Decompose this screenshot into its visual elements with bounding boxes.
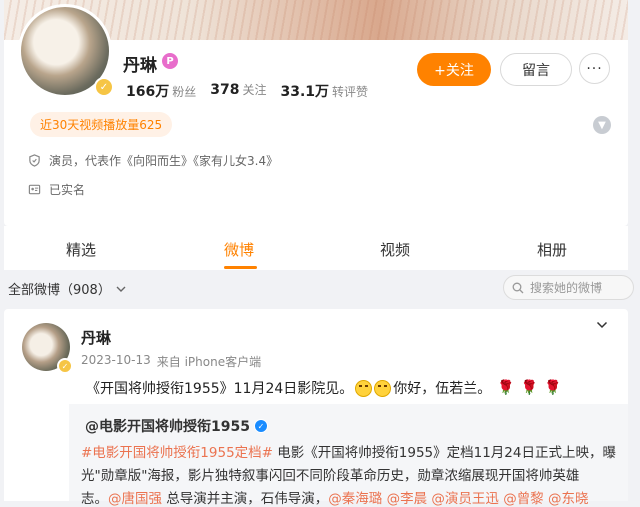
post-filter-dropdown[interactable]: 全部微博（908）: [8, 279, 127, 298]
verified-badge-icon: ✓: [57, 358, 73, 374]
tab-weibo[interactable]: 微博: [224, 239, 254, 260]
post-meta: 2023-10-13 来自 iPhone客户端: [81, 353, 261, 370]
chevron-down-icon: [116, 286, 126, 292]
vip-icon[interactable]: P: [162, 53, 178, 69]
chevron-down-icon[interactable]: ▼: [593, 116, 611, 134]
laugh-emoji-icon: [374, 379, 392, 397]
search-icon: [512, 282, 524, 293]
profile-tabs: 精选 微博 视频 相册: [4, 226, 628, 270]
post-search-input[interactable]: 搜索她的微博: [503, 275, 634, 300]
post-text-part1: 《开国将帅授衔1955》11月24日影院见。: [86, 381, 354, 397]
mention-link[interactable]: @唐国强: [108, 491, 162, 507]
verified-badge-icon: ✓: [253, 419, 268, 433]
message-button[interactable]: 留言: [500, 53, 572, 86]
mention-link[interactable]: @演员王迅: [431, 491, 499, 507]
repost-account-name: @电影开国将帅授衔1955: [85, 419, 250, 435]
post-text-part2: 你好，伍若兰。: [393, 381, 492, 397]
more-options-button[interactable]: ···: [579, 53, 610, 84]
post-menu-chevron-icon[interactable]: [596, 318, 608, 332]
mention-link[interactable]: @曾黎: [503, 491, 544, 507]
repost-text-line3: 志。@唐国强 总导演并主演，石伟导演，@秦海璐 @李晨 @演员王迅 @曾黎 @东…: [81, 487, 588, 507]
repost-text-segment: 电影《开国将帅授衔1955》定档11月24日正式上映，曝: [272, 445, 616, 461]
verification-text: 已实名: [49, 183, 86, 197]
repost-text-line1: #电影开国将帅授衔1955定档# 电影《开国将帅授衔1955》定档11月24日正…: [81, 441, 616, 461]
follow-button[interactable]: +关注: [417, 53, 491, 86]
rose-emoji-icon: 🌹: [544, 380, 562, 396]
stat-followers[interactable]: 166万 粉丝: [126, 81, 196, 101]
post-author-name[interactable]: 丹琳: [81, 327, 111, 348]
occupation-row: 演员，代表作《向阳而生》《家有儿女3.4》: [28, 152, 278, 169]
tab-featured[interactable]: 精选: [66, 239, 96, 260]
stat-interactions: 33.1万 转评赞: [280, 84, 369, 100]
mention-link[interactable]: @东晓: [548, 491, 589, 507]
id-card-icon: [28, 184, 41, 195]
repost-text-segment: 志。: [81, 491, 108, 507]
repost-text-segment: 总导演并主演，石伟导演，: [162, 491, 329, 507]
verified-badge-icon: ✓: [94, 77, 114, 97]
post-date[interactable]: 2023-10-13: [81, 353, 151, 370]
active-tab-indicator: [224, 266, 257, 269]
occupation-text: 演员，代表作《向阳而生》《家有儿女3.4》: [49, 154, 279, 168]
stat-following[interactable]: 378 关注: [210, 81, 266, 101]
hashtag-link[interactable]: #电影开国将帅授衔1955定档#: [81, 445, 273, 461]
verification-row: 已实名: [28, 181, 85, 198]
tab-video[interactable]: 视频: [380, 239, 410, 260]
repost-account[interactable]: @电影开国将帅授衔1955 ✓: [85, 416, 268, 436]
shield-icon: [29, 154, 40, 167]
mention-link[interactable]: @秦海璐: [328, 491, 382, 507]
video-views-badge: 近30天视频播放量625: [30, 112, 173, 137]
profile-stats: 166万 粉丝 378 关注 33.1万 转评赞: [126, 81, 368, 101]
repost-text-line2: 光"勋章版"海报，影片独特叙事闪回不同阶段革命历史，勋章浓缩展现开国将帅英雄: [81, 468, 580, 484]
post-source: 来自 iPhone客户端: [156, 355, 262, 369]
profile-name: 丹琳: [123, 56, 157, 76]
post-text: 《开国将帅授衔1955》11月24日影院见。 你好，伍若兰。 🌹 🌹 🌹: [86, 378, 562, 398]
rose-emoji-icon: 🌹: [520, 380, 539, 396]
search-placeholder: 搜索她的微博: [530, 281, 603, 295]
filter-label: 全部微博（908）: [8, 283, 111, 298]
mention-link[interactable]: @李晨: [387, 491, 428, 507]
rose-emoji-icon: 🌹: [497, 380, 515, 396]
laugh-emoji-icon: [355, 379, 373, 397]
tab-album[interactable]: 相册: [537, 239, 567, 260]
